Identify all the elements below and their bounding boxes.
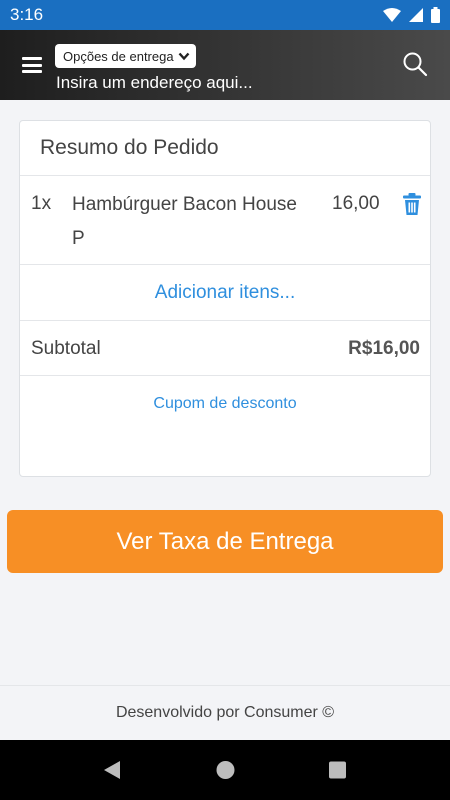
footer: Desenvolvido por Consumer © <box>0 685 450 740</box>
battery-icon <box>431 7 440 23</box>
app-header: Opções de entrega Insira um endereço aqu… <box>0 30 450 100</box>
recents-icon[interactable] <box>328 760 347 780</box>
add-items-row: Adicionar itens... <box>20 265 430 321</box>
order-summary-title: Resumo do Pedido <box>20 121 430 176</box>
wifi-icon <box>383 8 401 22</box>
item-quantity: 1x <box>31 193 52 214</box>
subtotal-row: Subtotal R$16,00 <box>20 321 430 376</box>
status-time: 3:16 <box>10 5 44 24</box>
hamburger-menu-icon[interactable] <box>22 57 42 73</box>
order-item-row: 1x Hambúrguer Bacon House P 16,00 <box>20 176 430 265</box>
trash-icon[interactable] <box>402 193 422 215</box>
back-icon[interactable] <box>103 760 121 780</box>
add-items-link[interactable]: Adicionar itens... <box>155 282 295 304</box>
item-name: Hambúrguer Bacon House P <box>72 194 297 249</box>
search-icon[interactable] <box>402 51 428 77</box>
address-input[interactable]: Insira um endereço aqui... <box>56 73 253 93</box>
coupon-link[interactable]: Cupom de desconto <box>20 395 430 413</box>
order-summary-card: Resumo do Pedido 1x Hambúrguer Bacon Hou… <box>19 120 431 477</box>
view-delivery-fee-button[interactable]: Ver Taxa de Entrega <box>7 510 443 573</box>
delivery-options-dropdown[interactable]: Opções de entrega <box>55 44 196 68</box>
delivery-options-label: Opções de entrega <box>63 48 174 64</box>
footer-text: Desenvolvido por Consumer © <box>115 704 335 721</box>
chevron-down-icon <box>178 52 189 60</box>
signal-icon <box>409 8 423 22</box>
subtotal-label: Subtotal <box>31 338 101 359</box>
status-icons <box>383 7 440 23</box>
subtotal-value: R$16,00 <box>348 338 420 359</box>
home-icon[interactable] <box>216 760 235 780</box>
navigation-bar <box>0 740 450 800</box>
status-bar: 3:16 <box>0 0 450 30</box>
item-price: 16,00 <box>332 193 380 214</box>
